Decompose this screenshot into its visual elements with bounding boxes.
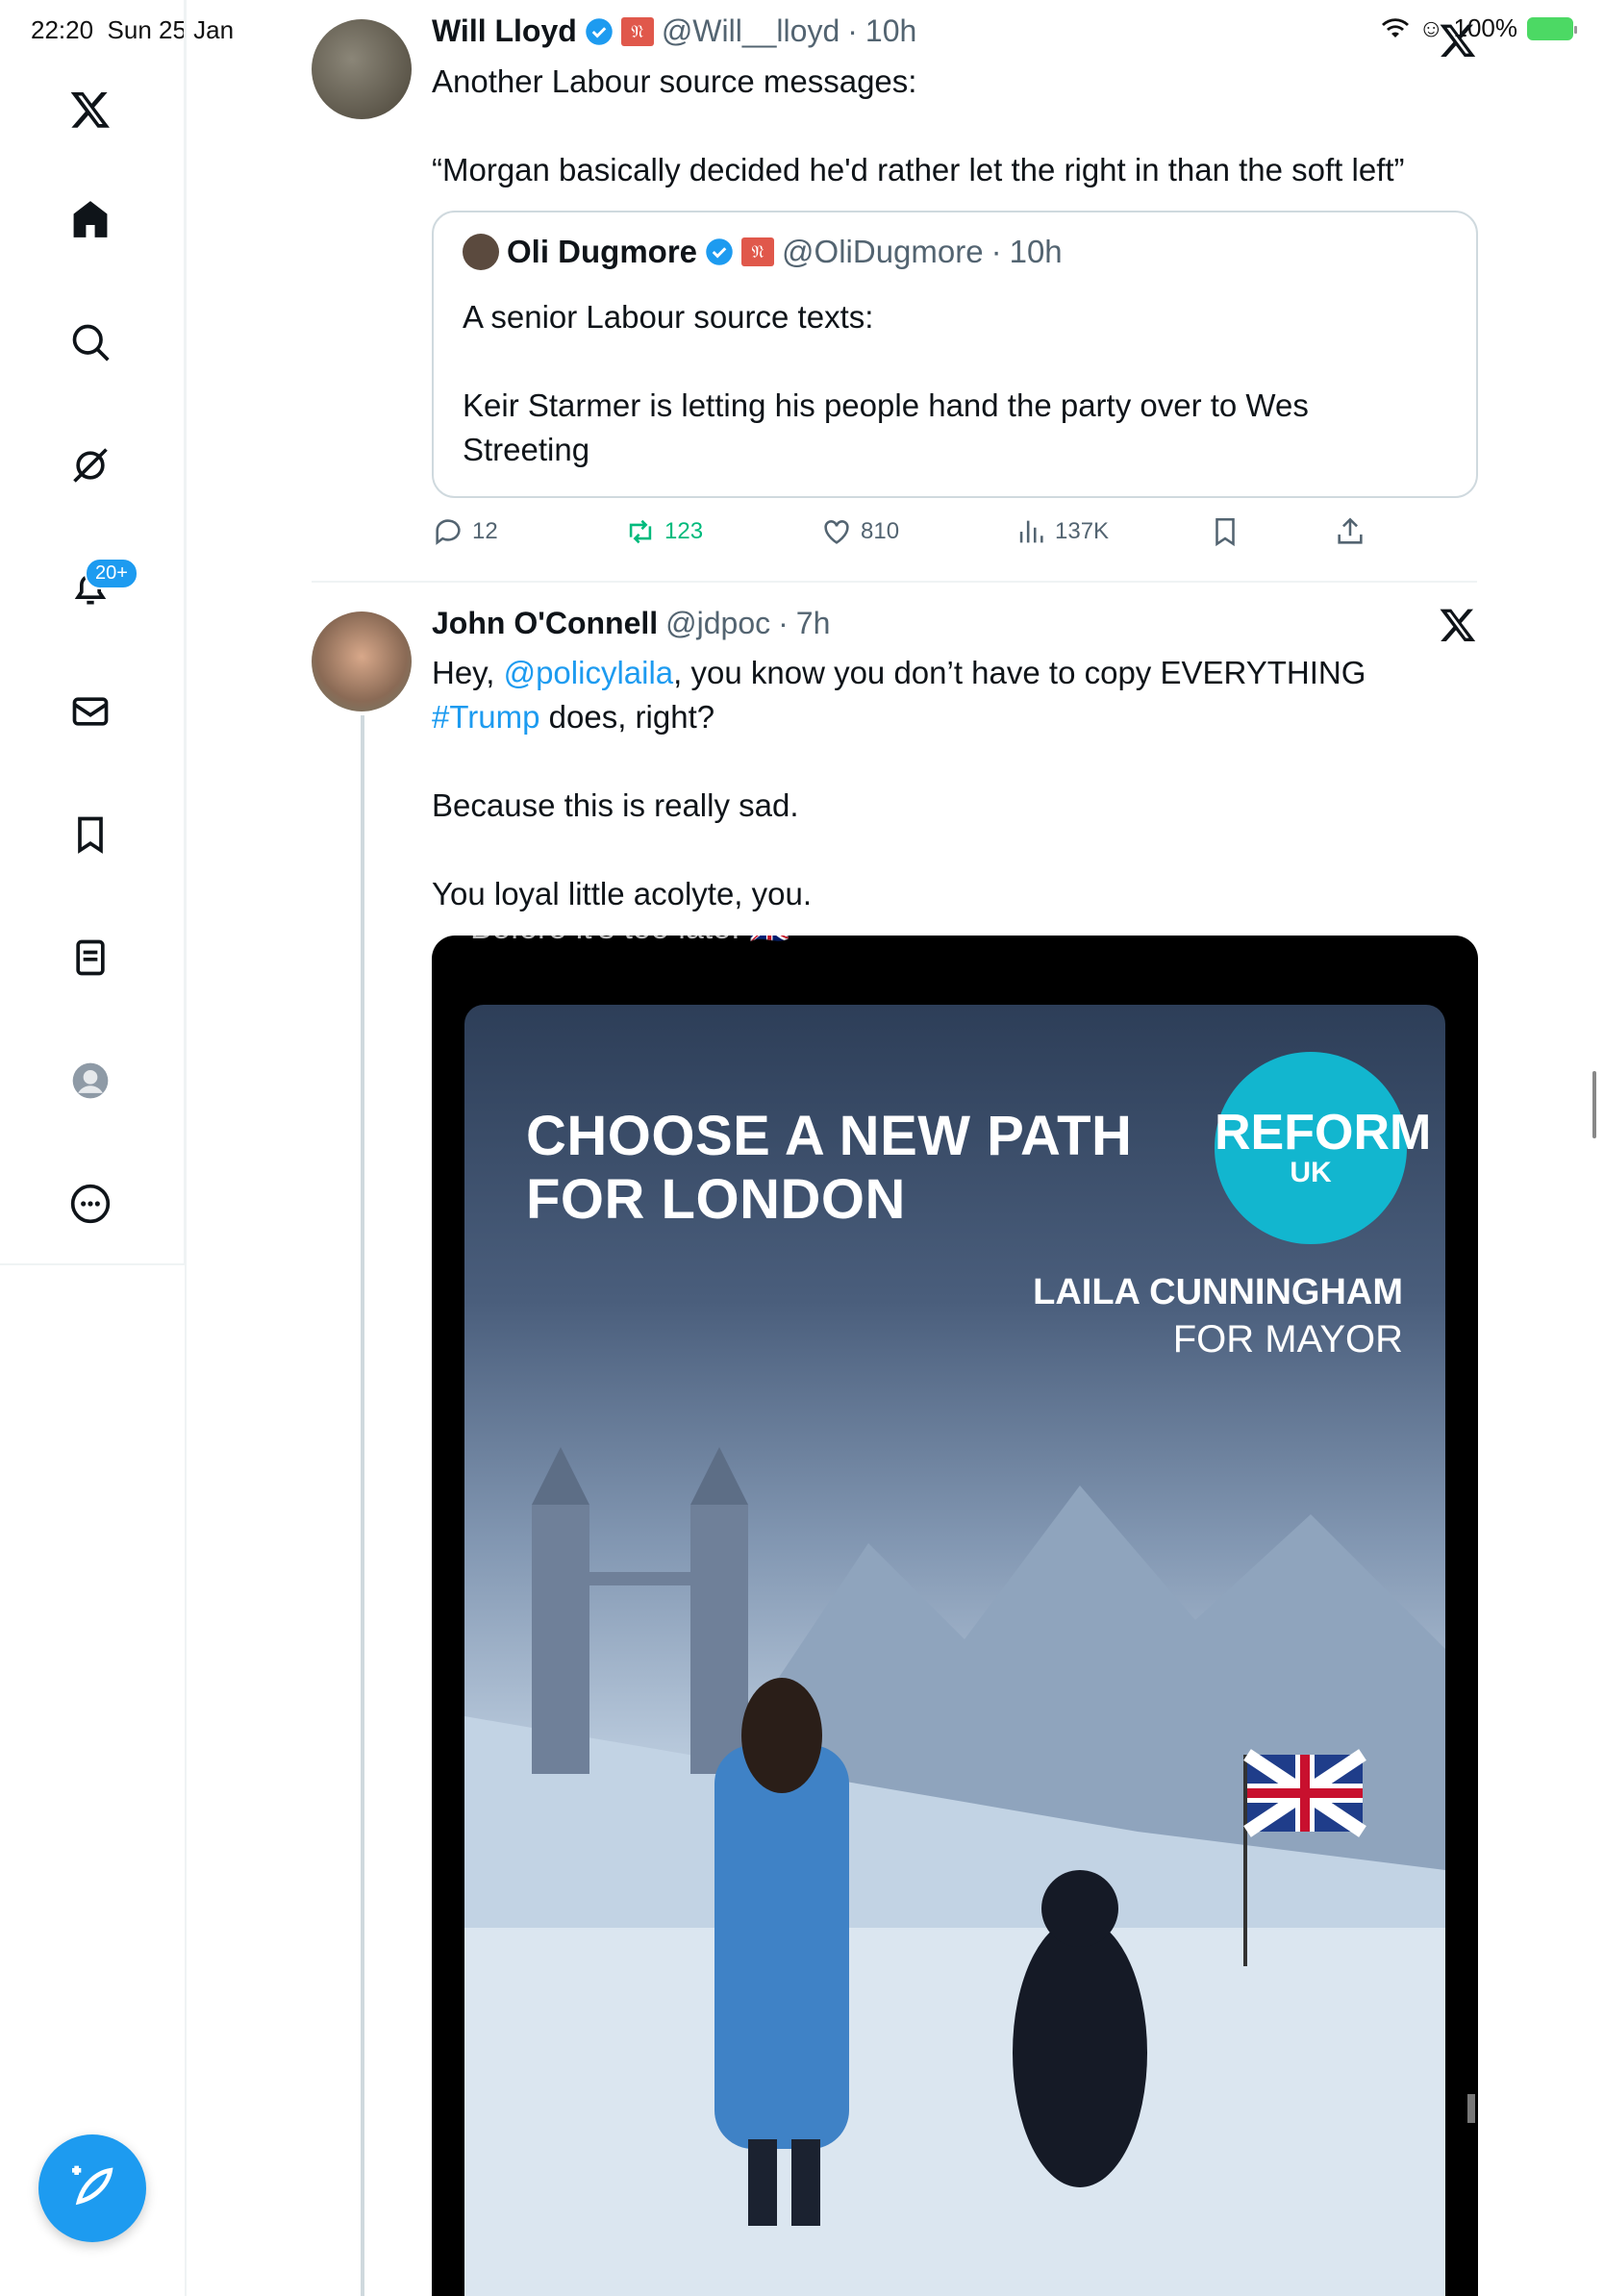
reply-count: 12 (472, 518, 498, 544)
search-icon[interactable] (63, 315, 117, 369)
reply-button[interactable]: 12 (432, 515, 498, 548)
quoted-tweet[interactable]: Oli Dugmore 𝔑 @OliDugmore · 10h A senior… (432, 211, 1478, 498)
tweet-header: John O'Connell @jdpoc · 7h (432, 606, 830, 641)
verified-badge-icon (706, 238, 733, 265)
tweet-text-line: You loyal little acolyte, you. (432, 876, 813, 911)
tweet-media-video[interactable]: Before it's too late. 🇬🇧 CHOOSE A NEW PA… (432, 936, 1478, 2296)
lists-icon[interactable] (63, 931, 117, 985)
poster-headline-line: CHOOSE A NEW PATH (526, 1105, 1133, 1167)
sidebar: 20+ (0, 0, 186, 1265)
views-button[interactable]: 137K (1015, 515, 1109, 548)
avatar[interactable] (312, 19, 412, 119)
poster-candidate-name: LAILA CUNNINGHAM (1033, 1272, 1403, 1312)
tweet-text: Hey, @policylaila, you know you don’t ha… (432, 651, 1470, 916)
reform-logo-subtext: UK (1290, 1157, 1332, 1188)
separator-dot: · (847, 13, 858, 48)
tweet-divider (312, 581, 1477, 583)
x-logo-icon (1440, 609, 1476, 641)
views-count: 137K (1055, 518, 1110, 544)
home-icon[interactable] (63, 192, 117, 246)
author-name[interactable]: Will Lloyd (432, 13, 577, 49)
tweet-actions: 12 123 810 137K (432, 515, 1393, 554)
wifi-icon (1381, 17, 1409, 37)
reply-icon (436, 519, 461, 545)
bookmark-icon (1216, 517, 1235, 547)
compose-post-button[interactable] (38, 2134, 146, 2242)
tweet-time[interactable]: 7h (796, 606, 831, 641)
quote-text: A senior Labour source texts: Keir Starm… (463, 295, 1443, 472)
affiliation-badge-icon: 𝔑 (741, 237, 775, 266)
poster-scene-illustration (464, 1447, 1445, 2296)
quote-author-handle: @OliDugmore (782, 234, 984, 269)
separator-dot: · (990, 234, 1002, 269)
tweet-text-line: Hey, @policylaila, you know you don’t ha… (432, 655, 1366, 735)
author-name[interactable]: John O'Connell (432, 606, 658, 641)
repost-count: 123 (664, 518, 704, 544)
x-logo-icon (1440, 24, 1476, 58)
x-logo-icon[interactable] (63, 83, 117, 137)
bookmarks-icon[interactable] (63, 808, 117, 861)
feather-plus-icon (72, 2165, 113, 2206)
video-scrubber-handle[interactable] (1467, 2094, 1475, 2123)
grok-icon[interactable] (63, 438, 117, 492)
tweet-text-line: “Morgan basically decided he'd rather le… (432, 152, 1405, 187)
tweet-header: Will Lloyd 𝔑 @Will__lloyd · 10h (432, 13, 916, 49)
repost-button[interactable]: 123 (624, 515, 703, 548)
poster-candidate-role: FOR MAYOR (1172, 1318, 1403, 1360)
tweet-time[interactable]: 10h (865, 13, 916, 49)
share-button[interactable] (1334, 515, 1366, 548)
quote-author-name: Oli Dugmore (507, 234, 698, 269)
hashtag-link[interactable]: #Trump (432, 699, 539, 735)
tweet-text-line: Because this is really sad. (432, 787, 799, 823)
poster-headline-line: FOR LONDON (526, 1168, 906, 1231)
battery-icon (1527, 16, 1577, 40)
author-handle[interactable]: @jdpoc (665, 606, 770, 641)
poster-headline: CHOOSE A NEW PATH FOR LONDON (526, 1105, 1132, 1232)
more-icon[interactable] (63, 1177, 117, 1231)
mention-link[interactable]: @policylaila (504, 655, 674, 690)
quote-time: 10h (1009, 234, 1063, 269)
scrollbar-thumb[interactable] (1592, 1071, 1596, 1138)
verified-badge-icon (586, 17, 613, 45)
like-button[interactable]: 810 (820, 515, 899, 548)
quote-text-line: A senior Labour source texts: (463, 299, 874, 335)
share-icon (1338, 517, 1363, 544)
like-count: 810 (861, 518, 900, 544)
views-chart-icon (1019, 520, 1043, 543)
campaign-poster-image: CHOOSE A NEW PATH FOR LONDON REFORM UK L… (464, 1005, 1445, 2296)
quote-header: Oli Dugmore 𝔑 @OliDugmore · 10h (463, 234, 1063, 270)
sidebar-divider (185, 0, 187, 2296)
affiliation-badge-icon: 𝔑 (620, 16, 654, 46)
bookmark-button[interactable] (1209, 515, 1241, 548)
messages-icon[interactable] (63, 685, 117, 738)
tweet-text-line: Another Labour source messages: (432, 63, 917, 99)
avatar[interactable] (312, 611, 412, 711)
separator-dot: · (778, 606, 789, 640)
repost-icon (629, 519, 652, 544)
profile-icon[interactable] (63, 1054, 117, 1108)
quote-avatar (463, 234, 499, 270)
reform-logo-text: REFORM (1215, 1105, 1432, 1160)
quote-text-line: Keir Starmer is letting his people hand … (463, 387, 1309, 467)
tweet-text: Another Labour source messages: “Morgan … (432, 60, 1490, 192)
heart-icon (824, 520, 849, 544)
notifications-badge: 20+ (85, 558, 138, 589)
video-caption-clipped: Before it's too late. 🇬🇧 (470, 936, 789, 947)
thread-line (361, 715, 364, 2296)
author-handle[interactable]: @Will__lloyd (662, 13, 840, 49)
status-indicators: ☺ 100% (1381, 13, 1577, 43)
